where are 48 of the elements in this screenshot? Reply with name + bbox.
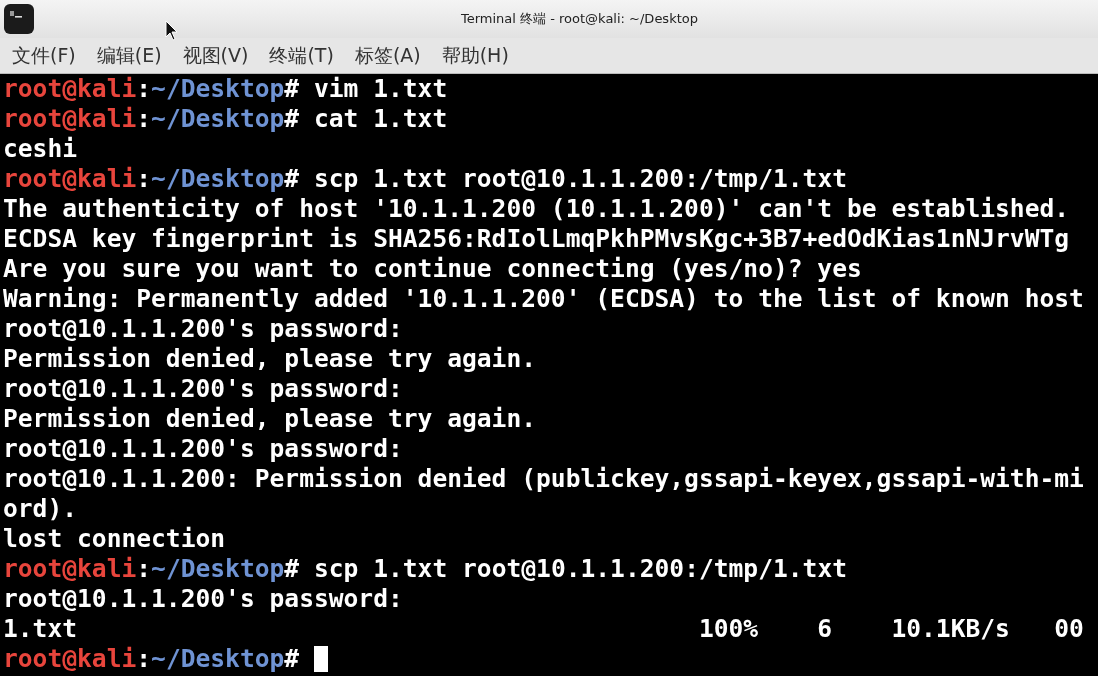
command-text: scp 1.txt root@10.1.1.200:/tmp/1.txt	[313, 164, 847, 194]
prompt-symbol: #	[284, 554, 300, 584]
prompt-separator: :	[136, 104, 152, 134]
menu-item[interactable]: 终端(T)	[269, 41, 334, 70]
prompt-path: ~/Desktop	[151, 74, 285, 104]
window-title: Terminal 终端 - root@kali: ~/Desktop	[461, 10, 698, 29]
output-line: root@10.1.1.200's password:	[3, 374, 403, 404]
prompt-path: ~/Desktop	[151, 554, 285, 584]
prompt-symbol: #	[284, 164, 300, 194]
output-line: Warning: Permanently added '10.1.1.200' (ECDSA) to the list of known host	[3, 284, 1084, 314]
menu-item[interactable]: 帮助(H)	[441, 41, 509, 70]
menu-item[interactable]: 标签(A)	[354, 41, 421, 70]
menu-item[interactable]: 编辑(E)	[96, 41, 162, 70]
prompt-symbol: #	[284, 74, 300, 104]
prompt-separator: :	[136, 164, 152, 194]
command-text: cat 1.txt	[313, 104, 448, 134]
output-line: The authenticity of host '10.1.1.200 (10.1.1.200)' can't be established.	[3, 194, 1070, 224]
prompt-symbol: #	[284, 104, 300, 134]
output-line: ECDSA key fingerprint is SHA256:RdIolLmqPkhPMvsKgc+3B7+edOdKias1nNJrvWTg	[3, 224, 1070, 254]
menu-item[interactable]: 视图(V)	[182, 41, 249, 70]
prompt-path: ~/Desktop	[151, 164, 285, 194]
prompt-path: ~/Desktop	[151, 104, 285, 134]
output-line: root@10.1.1.200: Permission denied (publickey,gssapi-keyex,gssapi-with-mi	[3, 464, 1084, 494]
prompt-separator: :	[136, 554, 152, 584]
output-line: 1.txt 100% 6 10.1KB/s 00	[3, 614, 1084, 644]
prompt-user: root@kali	[3, 74, 137, 104]
output-line: Permission denied, please try again.	[3, 344, 537, 374]
output-line: root@10.1.1.200's password:	[3, 584, 403, 614]
prompt-user: root@kali	[3, 644, 137, 674]
prompt-user: root@kali	[3, 164, 137, 194]
output-line: root@10.1.1.200's password:	[3, 314, 403, 344]
menu-item[interactable]: 文件(F)	[12, 41, 76, 70]
mouse-pointer-icon	[165, 20, 179, 42]
prompt-separator: :	[136, 644, 152, 674]
prompt-path: ~/Desktop	[151, 644, 285, 674]
output-line: ord).	[3, 494, 78, 524]
output-line: Permission denied, please try again.	[3, 404, 537, 434]
prompt-symbol: #	[284, 644, 300, 674]
output-line: lost connection	[3, 524, 226, 554]
prompt-separator: :	[136, 74, 152, 104]
prompt-user: root@kali	[3, 554, 137, 584]
command-text: vim 1.txt	[313, 74, 448, 104]
output-line: Are you sure you want to continue connecting (yes/no)? yes	[3, 254, 862, 284]
output-line: ceshi	[3, 134, 78, 164]
command-text: scp 1.txt root@10.1.1.200:/tmp/1.txt	[313, 554, 847, 584]
prompt-user: root@kali	[3, 104, 137, 134]
terminal-app-icon	[4, 4, 34, 34]
output-line: root@10.1.1.200's password:	[3, 434, 403, 464]
